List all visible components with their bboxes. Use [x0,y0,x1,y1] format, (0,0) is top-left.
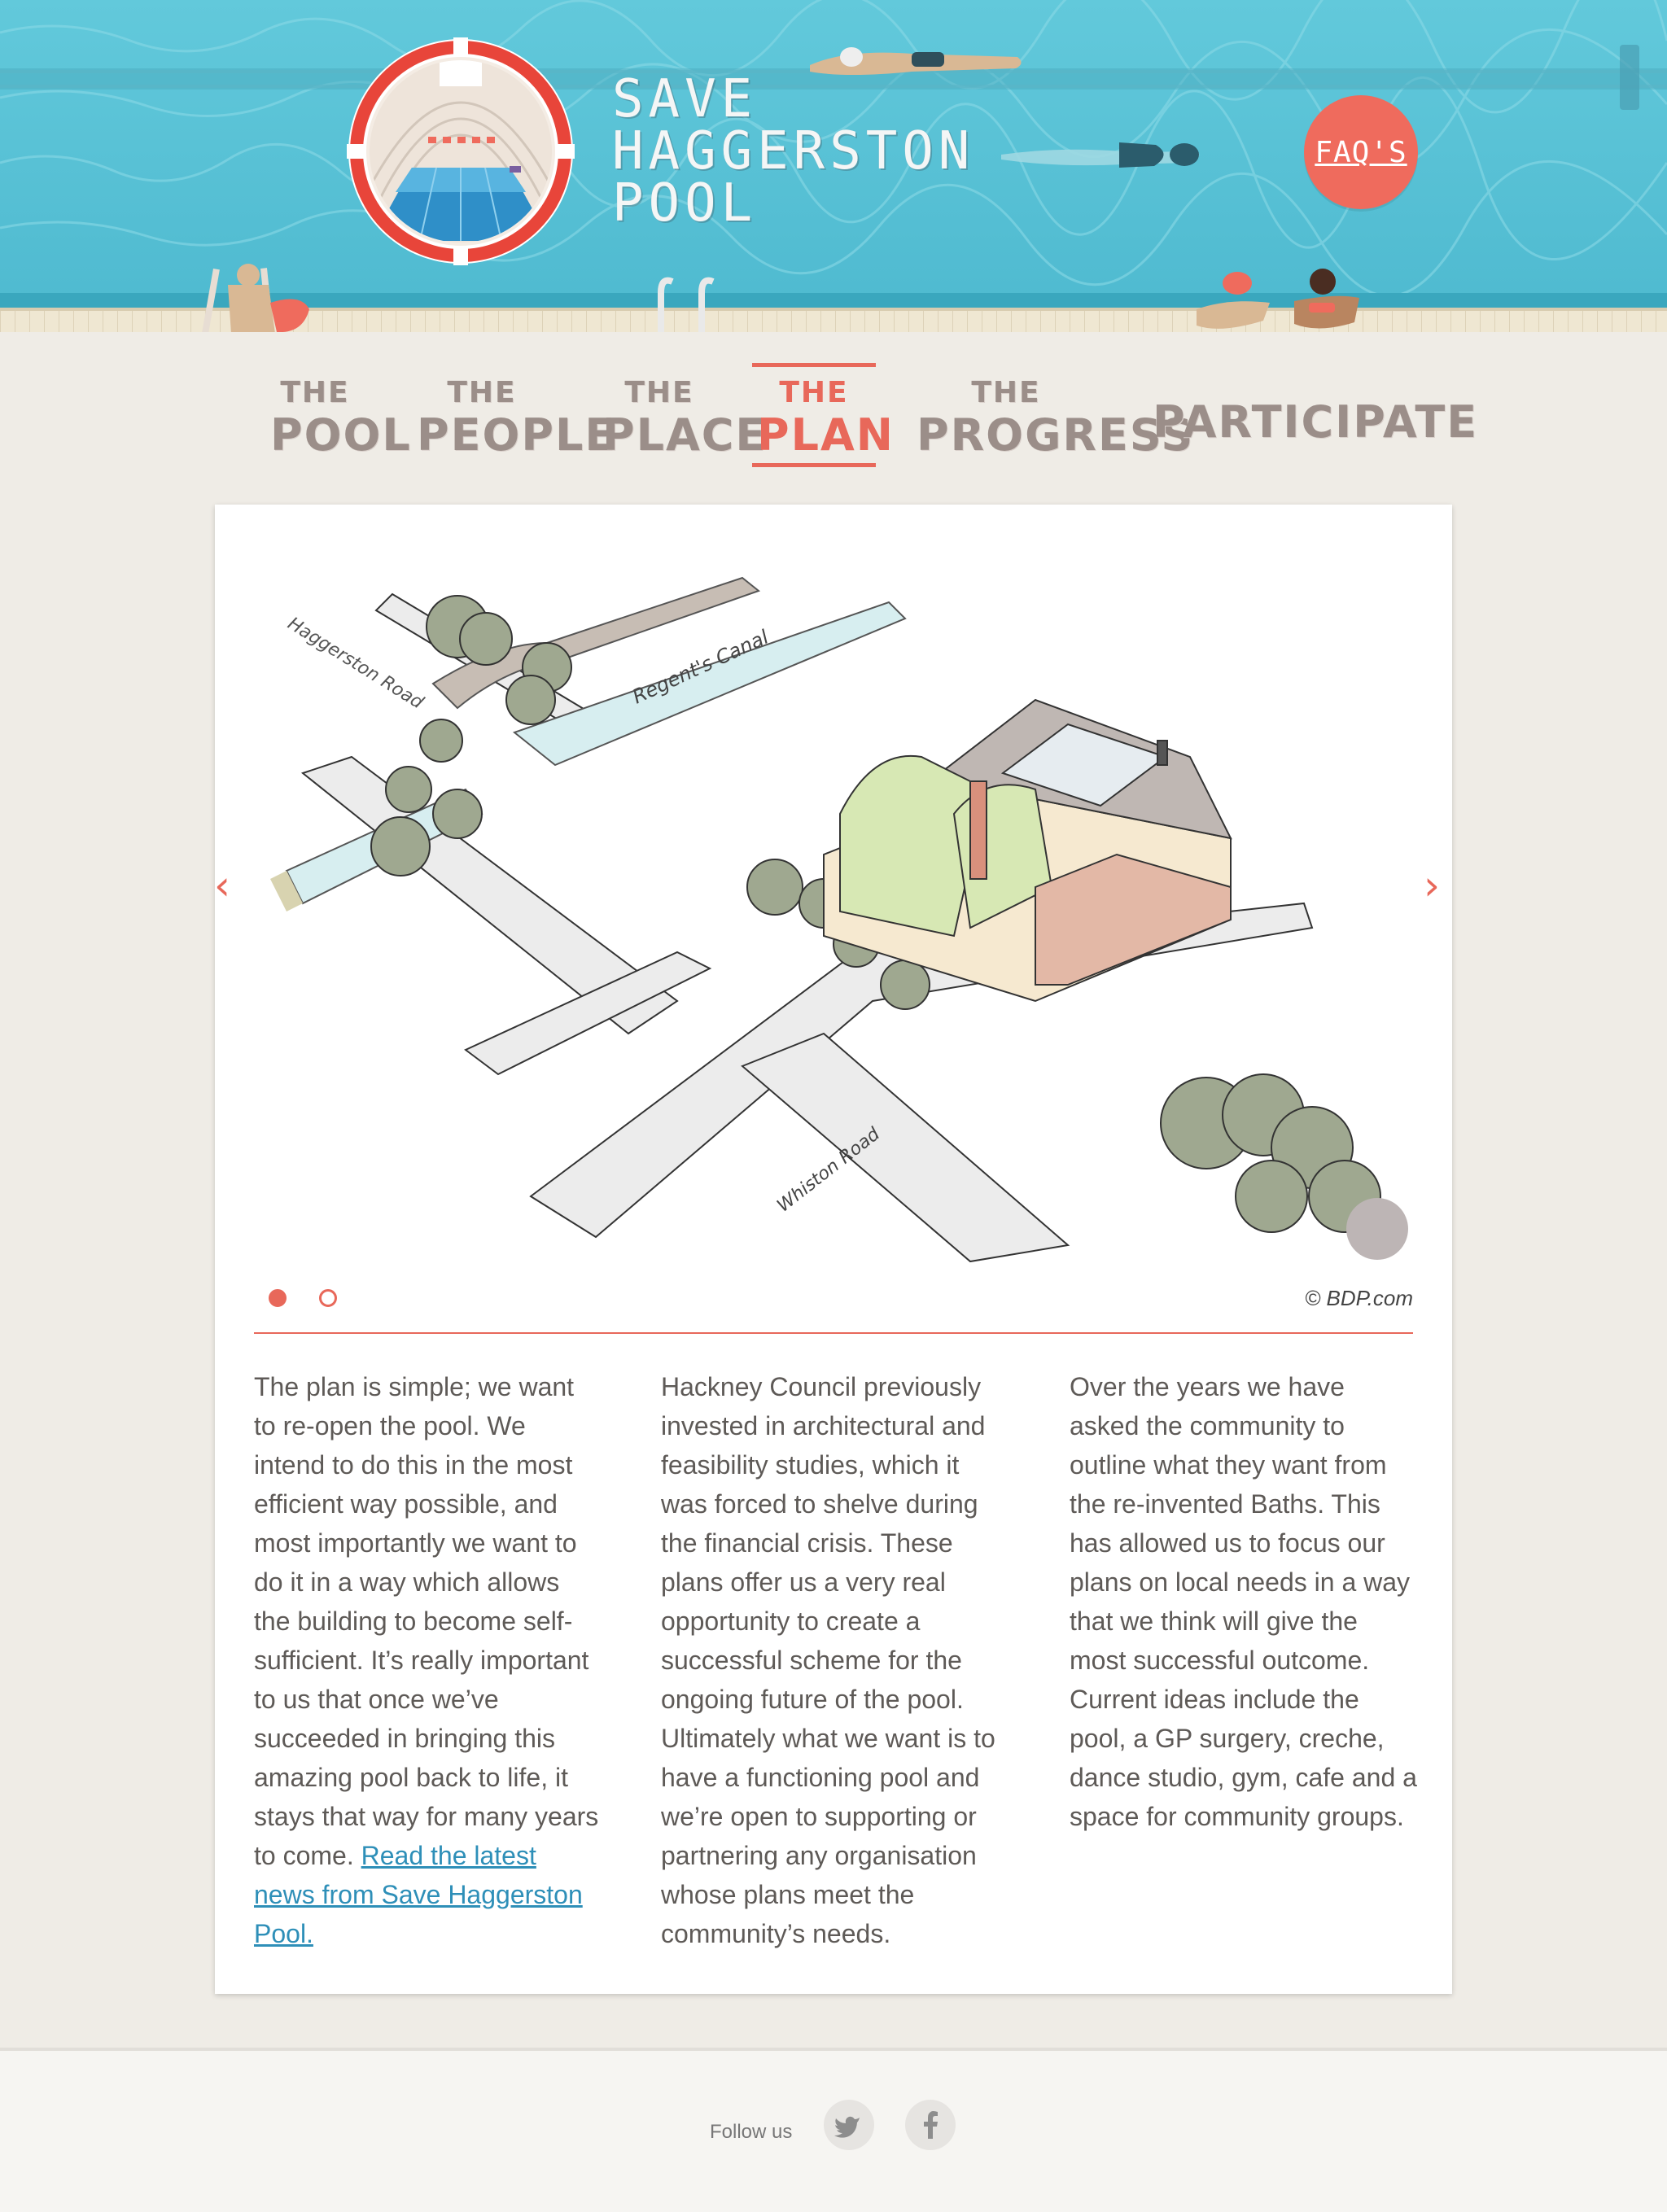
image-credit: © BDP.com [1305,1286,1413,1310]
slider-dot-1[interactable] [269,1289,287,1307]
slider-image-plan-sketch: Haggerston Road Regent's Canal Whiston R… [254,545,1413,1265]
slider-next-arrow[interactable]: › [1411,861,1452,910]
nav-item-the-people[interactable]: THE PEOPLE [417,374,617,461]
nav-item-the-place[interactable]: THE PLACE [602,374,768,461]
nav-item-label: PROGRESS [917,409,1195,461]
main-nav: THE POOL THE PEOPLE THE PLACE THE PLAN T… [0,350,1667,472]
slider-dot-2[interactable] [319,1289,338,1307]
text-column-3: Over the years we have asked the communi… [1070,1367,1418,1836]
text-column-1: The plan is simple; we want to re-open t… [254,1367,602,1953]
site-title-line-1: SAVE [612,69,758,129]
footer: Follow us [0,2051,1667,2212]
card-divider [254,1332,1413,1334]
nav-item-label: PEOPLE [417,409,617,461]
nav-item-the-progress[interactable]: THE PROGRESS [917,374,1195,461]
facebook-icon[interactable] [905,2100,956,2150]
nav-item-prefix: THE [971,376,1041,409]
slider-dots [269,1289,366,1307]
text-column-3-body: Over the years we have asked the communi… [1070,1372,1417,1831]
nav-item-prefix: THE [280,376,350,409]
twitter-icon[interactable] [824,2100,874,2150]
nav-item-the-plan[interactable]: THE PLAN [752,363,895,467]
nav-item-participate[interactable]: PARTICIPATE [1153,396,1479,448]
nav-item-label: POOL [270,409,412,461]
text-column-2-body: Hackney Council previously invested in a… [661,1372,995,1948]
site-title[interactable]: SAVE HAGGERSTON POOL [612,73,974,230]
content-card: Haggerston Road Regent's Canal Whiston R… [214,505,1452,1994]
text-column-1-body: The plan is simple; we want to re-open t… [254,1372,599,1870]
nav-item-prefix: THE [624,376,694,409]
logo-badge-icon[interactable] [347,37,575,265]
follow-us-label: Follow us [710,2121,793,2143]
nav-item-prefix: THE [447,376,517,409]
nav-item-label: PLAN [757,409,895,461]
faq-button[interactable]: FAQ'S [1304,95,1418,209]
nav-item-label: PLACE [602,409,768,461]
pool-header: SAVE HAGGERSTON POOL FAQ'S [0,0,1667,332]
text-column-2: Hackney Council previously invested in a… [661,1367,1009,1953]
site-title-line-2: HAGGERSTON [612,121,975,181]
slider-prev-arrow[interactable]: ‹ [202,861,243,910]
site-plan-sketch: Haggerston Road Regent's Canal Whiston R… [270,576,1408,1263]
nav-item-the-pool[interactable]: THE POOL [270,374,412,461]
nav-item-label: PARTICIPATE [1153,396,1479,448]
site-title-line-3: POOL [612,173,758,234]
nav-item-prefix: THE [779,376,849,409]
